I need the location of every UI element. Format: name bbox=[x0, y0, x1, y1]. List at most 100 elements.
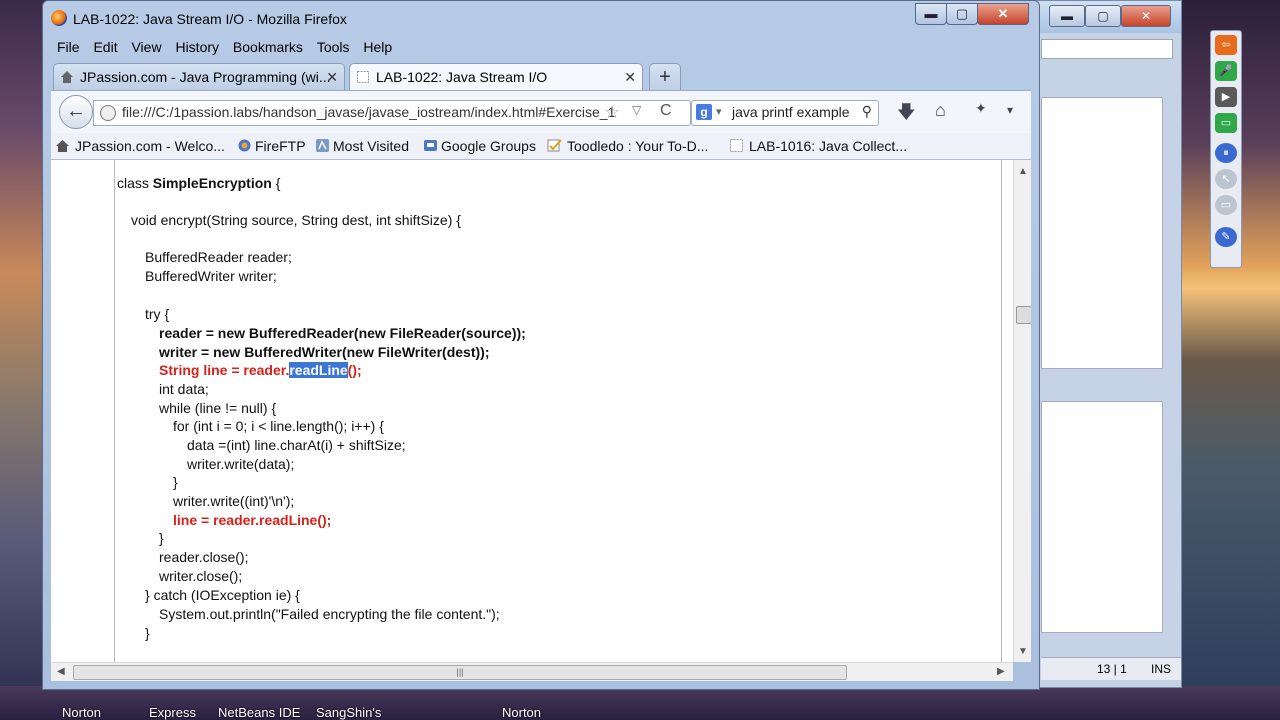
window-title: LAB-1022: Java Stream I/O - Mozilla Fire… bbox=[73, 11, 347, 27]
reload-icon[interactable]: C bbox=[660, 102, 672, 120]
code-line: System.out.println("Failed encrypting th… bbox=[159, 606, 500, 622]
home-icon[interactable]: ⌂ bbox=[935, 100, 946, 121]
scroll-left-icon[interactable]: ◀ bbox=[57, 666, 65, 677]
menu-file[interactable]: File bbox=[53, 37, 84, 57]
navigation-toolbar: ← file:///C:/1passion.labs/handson_javas… bbox=[51, 90, 1031, 133]
code-text: String line = reader. bbox=[159, 362, 290, 378]
code-line: void encrypt(String source, String dest,… bbox=[131, 212, 461, 228]
code-line: reader = new BufferedReader(new FileRead… bbox=[159, 325, 526, 341]
ide-editor-pane[interactable] bbox=[1041, 97, 1163, 369]
ide-minimize-button[interactable]: ▬ bbox=[1049, 5, 1085, 27]
microphone-icon[interactable]: 🎤 bbox=[1215, 61, 1237, 81]
camera-icon[interactable]: ▶ bbox=[1215, 87, 1237, 107]
tab-lab-1022[interactable]: LAB-1022: Java Stream I/O ✕ bbox=[349, 63, 643, 91]
taskbar-item-netbeans[interactable]: NetBeans IDE bbox=[218, 705, 300, 720]
bookmark-toodledo[interactable]: Toodledo : Your To-D... bbox=[567, 138, 708, 154]
tab-label: LAB-1022: Java Stream I/O bbox=[376, 69, 548, 85]
ide-caret-position: 13 | 1 bbox=[1097, 662, 1127, 676]
menu-bar: File Edit View History Bookmarks Tools H… bbox=[53, 37, 398, 59]
scroll-right-icon[interactable]: ▶ bbox=[997, 666, 1005, 677]
google-icon[interactable]: g bbox=[696, 104, 712, 120]
firefox-logo-icon bbox=[51, 10, 67, 26]
taskbar-item-norton-2[interactable]: Norton bbox=[502, 705, 541, 720]
code-line: writer.write(data); bbox=[187, 456, 295, 472]
ide-output-pane[interactable] bbox=[1041, 401, 1163, 633]
ide-maximize-button[interactable]: ▢ bbox=[1085, 5, 1121, 27]
page-icon bbox=[730, 139, 743, 152]
horizontal-scroll-thumb[interactable]: ||| bbox=[73, 665, 847, 680]
background-ide-window[interactable]: ▬ ▢ ✕ 13 | 1 INS bbox=[1030, 0, 1182, 688]
google-groups-icon bbox=[424, 140, 437, 151]
house-icon bbox=[56, 140, 69, 152]
code-line: int data; bbox=[159, 381, 209, 397]
horizontal-scrollbar[interactable]: ◀ ||| ▶ bbox=[51, 662, 1013, 681]
fireftp-icon bbox=[238, 139, 251, 152]
code-text: class bbox=[117, 175, 153, 191]
selected-text[interactable]: readLine bbox=[289, 362, 348, 378]
menu-history[interactable]: History bbox=[171, 37, 223, 57]
search-box[interactable]: g ▾ java printf example ⚲ bbox=[691, 100, 879, 126]
recording-toolbar: ⇦ 🎤 ▶ ▭ ⏸ ↖ ▭ ✎ bbox=[1210, 30, 1242, 268]
collapse-arrow-icon[interactable]: ⇦ bbox=[1215, 35, 1237, 55]
code-line: for (int i = 0; i < line.length(); i++) … bbox=[173, 418, 384, 434]
code-line-highlighted: String line = reader.readLine(); bbox=[159, 362, 362, 378]
taskbar-item-sangshin[interactable]: SangShin's bbox=[316, 705, 381, 720]
history-dropdown-icon[interactable]: ▽ bbox=[632, 103, 641, 117]
close-button[interactable]: ✕ bbox=[977, 3, 1029, 25]
firefox-window[interactable]: LAB-1022: Java Stream I/O - Mozilla Fire… bbox=[42, 0, 1040, 690]
code-line: writer.write((int)'\n'); bbox=[173, 493, 295, 509]
code-line: reader.close(); bbox=[159, 549, 249, 565]
tab-label: JPassion.com - Java Programming (wi... bbox=[80, 69, 331, 85]
bookmark-google-groups[interactable]: Google Groups bbox=[441, 138, 536, 154]
pause-icon[interactable]: ⏸ bbox=[1215, 143, 1237, 163]
screen-icon[interactable]: ▭ bbox=[1215, 113, 1237, 133]
code-text: { bbox=[271, 175, 281, 191]
search-input[interactable]: java printf example bbox=[732, 104, 850, 120]
code-line: } bbox=[159, 530, 164, 546]
taskbar-item-express[interactable]: Express bbox=[149, 705, 196, 720]
code-line-highlighted: line = reader.readLine(); bbox=[173, 512, 332, 528]
tab-strip: JPassion.com - Java Programming (wi... ✕… bbox=[53, 63, 1033, 91]
minimize-button[interactable]: ▬ bbox=[915, 3, 947, 25]
ide-search-field[interactable] bbox=[1041, 39, 1173, 59]
scroll-up-icon[interactable]: ▲ bbox=[1018, 166, 1028, 177]
tab-close-icon[interactable]: ✕ bbox=[326, 64, 338, 90]
maximize-button[interactable]: ▢ bbox=[946, 3, 978, 25]
scroll-down-icon[interactable]: ▼ bbox=[1018, 646, 1028, 657]
menu-tools[interactable]: Tools bbox=[313, 37, 354, 57]
vertical-scroll-thumb[interactable] bbox=[1016, 306, 1031, 324]
code-line: BufferedWriter writer; bbox=[145, 268, 277, 284]
monitor-icon[interactable]: ▭ bbox=[1215, 195, 1237, 215]
menu-bookmarks[interactable]: Bookmarks bbox=[229, 37, 307, 57]
bookmark-star-icon[interactable]: ☆ bbox=[604, 102, 620, 123]
menu-view[interactable]: View bbox=[127, 37, 165, 57]
vertical-scrollbar[interactable]: ▲ ▼ bbox=[1013, 160, 1031, 662]
house-icon bbox=[61, 71, 73, 83]
bookmark-lab-1016[interactable]: LAB-1016: Java Collect... bbox=[749, 138, 907, 154]
bookmark-jpassion[interactable]: JPassion.com - Welco... bbox=[75, 138, 225, 154]
menu-edit[interactable]: Edit bbox=[89, 37, 121, 57]
tab-close-icon[interactable]: ✕ bbox=[624, 64, 636, 90]
code-line: } bbox=[173, 474, 178, 490]
bookmark-most-visited[interactable]: Most Visited bbox=[333, 138, 409, 154]
search-icon[interactable]: ⚲ bbox=[862, 103, 872, 120]
new-tab-button[interactable]: + bbox=[649, 63, 681, 91]
pen-icon[interactable]: ✎ bbox=[1215, 227, 1237, 247]
url-bar[interactable]: file:///C:/1passion.labs/handson_javase/… bbox=[93, 100, 691, 126]
tab-jpassion[interactable]: JPassion.com - Java Programming (wi... ✕ bbox=[53, 63, 345, 91]
toolbar-menu-icon[interactable]: ▾ bbox=[1007, 103, 1013, 117]
back-button[interactable]: ← bbox=[59, 95, 93, 129]
code-line: writer.close(); bbox=[159, 568, 243, 584]
bookmark-fireftp[interactable]: FireFTP bbox=[255, 138, 306, 154]
menu-help[interactable]: Help bbox=[359, 37, 396, 57]
taskbar-item-norton[interactable]: Norton bbox=[62, 705, 101, 720]
ide-close-button[interactable]: ✕ bbox=[1121, 5, 1171, 27]
addon-icon[interactable]: ✦ bbox=[975, 100, 987, 117]
download-icon[interactable]: 🡇 bbox=[897, 100, 916, 130]
search-engine-dropdown-icon[interactable]: ▾ bbox=[716, 105, 722, 118]
pointer-icon[interactable]: ↖ bbox=[1215, 169, 1237, 189]
page-icon bbox=[357, 71, 369, 83]
page-content[interactable]: class SimpleEncryption { void encrypt(St… bbox=[51, 160, 1031, 662]
globe-icon bbox=[100, 105, 116, 121]
ide-insert-mode: INS bbox=[1151, 662, 1172, 676]
